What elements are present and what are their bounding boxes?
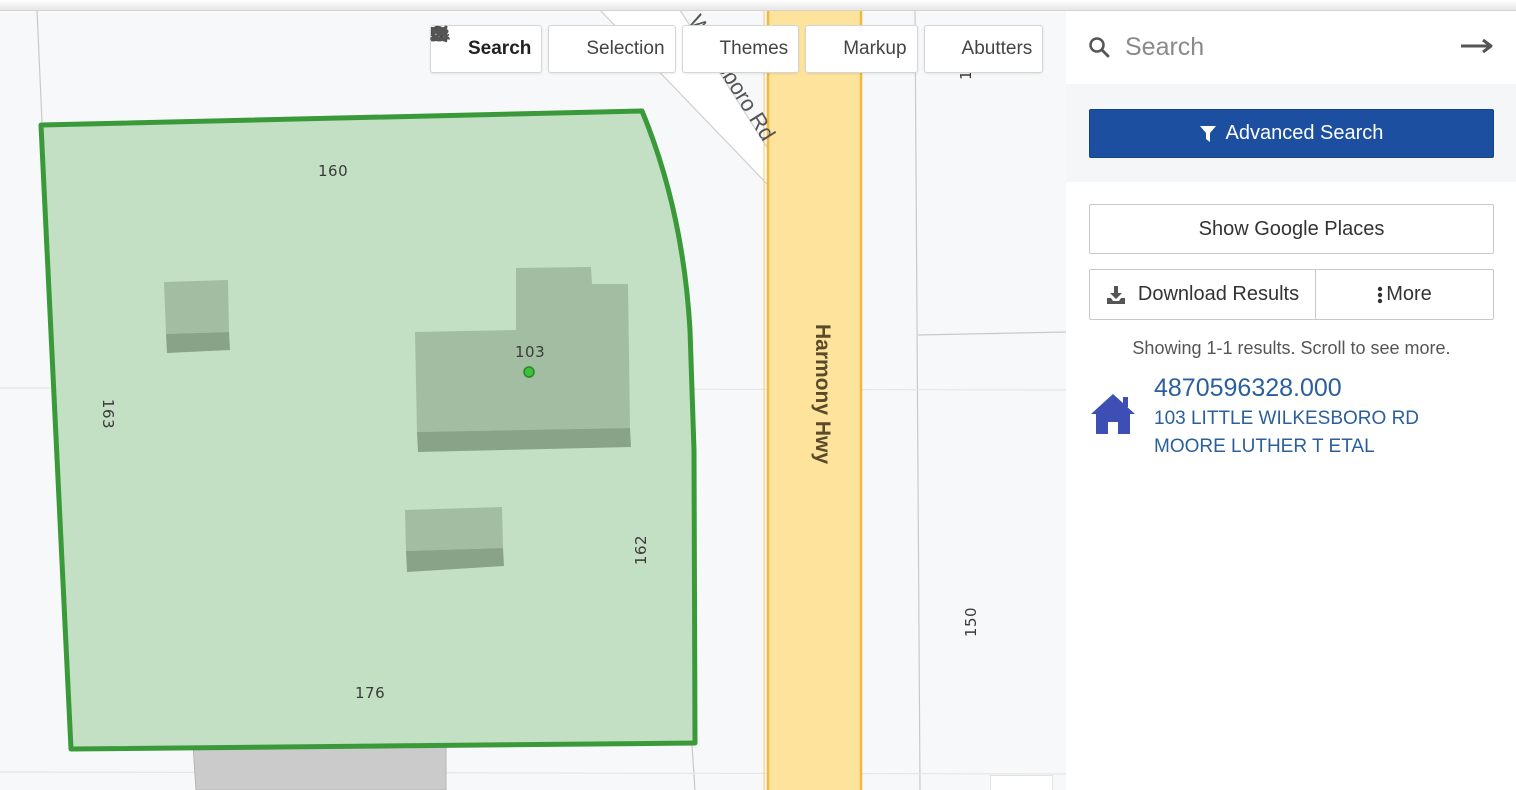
search-tool-label: Search [468,38,532,59]
more-label: More [1386,283,1432,305]
vertical-ellipsis-icon [1377,286,1383,304]
address-point-marker[interactable] [523,366,535,378]
themes-tool-button[interactable]: Themes [430,25,800,73]
parcel-label-150: 150 [962,606,981,638]
parcel-label-160: 160 [318,162,349,180]
road-label-harmony-hwy: Harmony Hwy [811,323,835,465]
map-canvas[interactable]: 160 163 103 162 176 150 1 Harmony Hwy Wi… [0,10,1066,790]
themes-tool-label: Themes [719,38,789,59]
collapse-arrow-icon[interactable] [1460,34,1494,58]
map-corner-control[interactable] [990,775,1053,790]
layers-icon [430,26,713,58]
search-input[interactable] [1123,31,1427,63]
abutters-tool-label: Abutters [961,38,1033,59]
top-border [0,0,1516,11]
result-parcel-id[interactable]: 4870596328.000 [1154,374,1342,403]
selection-tool-button[interactable]: Selection [431,25,676,73]
house-icon [1089,392,1137,436]
map-graphics [0,10,1066,790]
paintbrush-icon [431,25,836,58]
more-button[interactable]: More [1315,269,1494,320]
markup-tool-label: Markup [843,38,907,59]
abutters-tool-button[interactable]: Abutters [430,25,1044,73]
selection-tool-label: Selection [586,38,665,59]
advanced-search-label: Advanced Search [1225,122,1384,144]
results-summary: Showing 1-1 results. Scroll to see more. [1132,338,1451,358]
parcel-label-103: 103 [515,343,546,361]
parcel-label-163: 163 [99,398,118,430]
sidebar-search-bar [1066,10,1516,84]
show-google-places-button[interactable]: Show Google Places [1089,204,1494,254]
map-toolbar: Search Selection Themes Markup Abutters [430,25,1044,73]
users-icon [430,27,955,58]
result-address[interactable]: 103 LITTLE WILKESBORO RD [1154,408,1419,430]
advanced-search-button[interactable]: Advanced Search [1089,109,1494,158]
search-icon [1088,36,1110,58]
markup-tool-button[interactable]: Markup [431,25,918,73]
parcel-label-162: 162 [632,534,651,566]
download-results-label: Download Results [1137,283,1300,305]
download-results-button[interactable]: Download Results [1089,269,1316,320]
filter-icon [1199,125,1216,143]
advanced-search-panel: Advanced Search [1066,84,1516,182]
parcel-label-176: 176 [355,684,386,702]
result-owner[interactable]: MOORE LUTHER T ETAL [1154,436,1375,458]
result-item[interactable]: 4870596328.000 103 LITTLE WILKESBORO RD … [1089,372,1494,468]
results-sidebar: Advanced Search Show Google Places Downl… [1066,10,1516,790]
grid-icon [431,27,579,58]
show-google-places-label: Show Google Places [1198,217,1385,240]
download-icon [1106,285,1126,305]
